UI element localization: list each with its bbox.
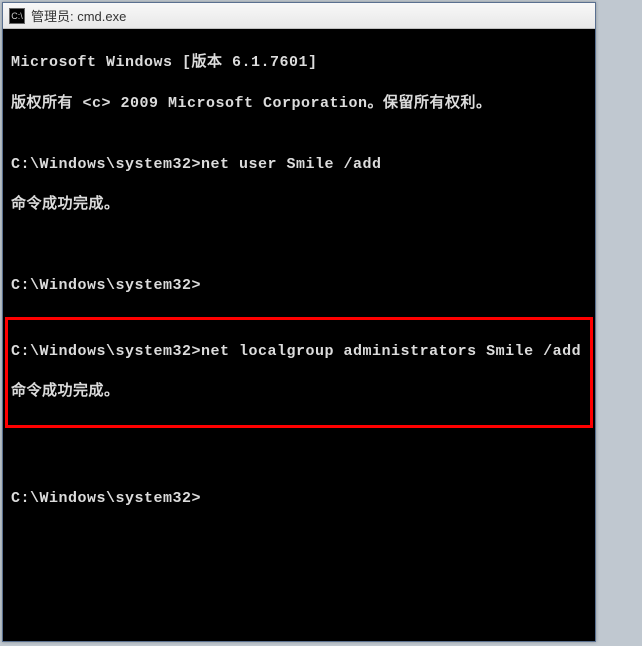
cmd-icon: C:\: [9, 8, 25, 24]
command-text: net user Smile /add: [201, 156, 382, 173]
console-line: C:\Windows\system32>net user Smile /add: [11, 155, 587, 175]
console-line: 命令成功完成。: [11, 195, 587, 215]
titlebar[interactable]: C:\ 管理员: cmd.exe: [3, 3, 595, 29]
cmd-window: C:\ 管理员: cmd.exe Microsoft Windows [版本 6…: [2, 2, 596, 642]
window-title: 管理员: cmd.exe: [31, 6, 126, 25]
console-line: Microsoft Windows [版本 6.1.7601]: [11, 53, 587, 73]
prompt: C:\Windows\system32>: [11, 343, 201, 360]
console-line: C:\Windows\system32>: [11, 489, 587, 509]
console-output[interactable]: Microsoft Windows [版本 6.1.7601] 版权所有 <c>…: [3, 29, 595, 641]
console-line: C:\Windows\system32>net localgroup admin…: [11, 342, 587, 362]
console-line: C:\Windows\system32>: [11, 276, 587, 296]
console-line: 版权所有 <c> 2009 Microsoft Corporation。保留所有…: [11, 94, 587, 114]
console-line: 命令成功完成。: [11, 382, 587, 402]
highlight-box: C:\Windows\system32>net localgroup admin…: [5, 317, 593, 428]
prompt: C:\Windows\system32>: [11, 156, 201, 173]
command-text: net localgroup administrators Smile /add: [201, 343, 581, 360]
